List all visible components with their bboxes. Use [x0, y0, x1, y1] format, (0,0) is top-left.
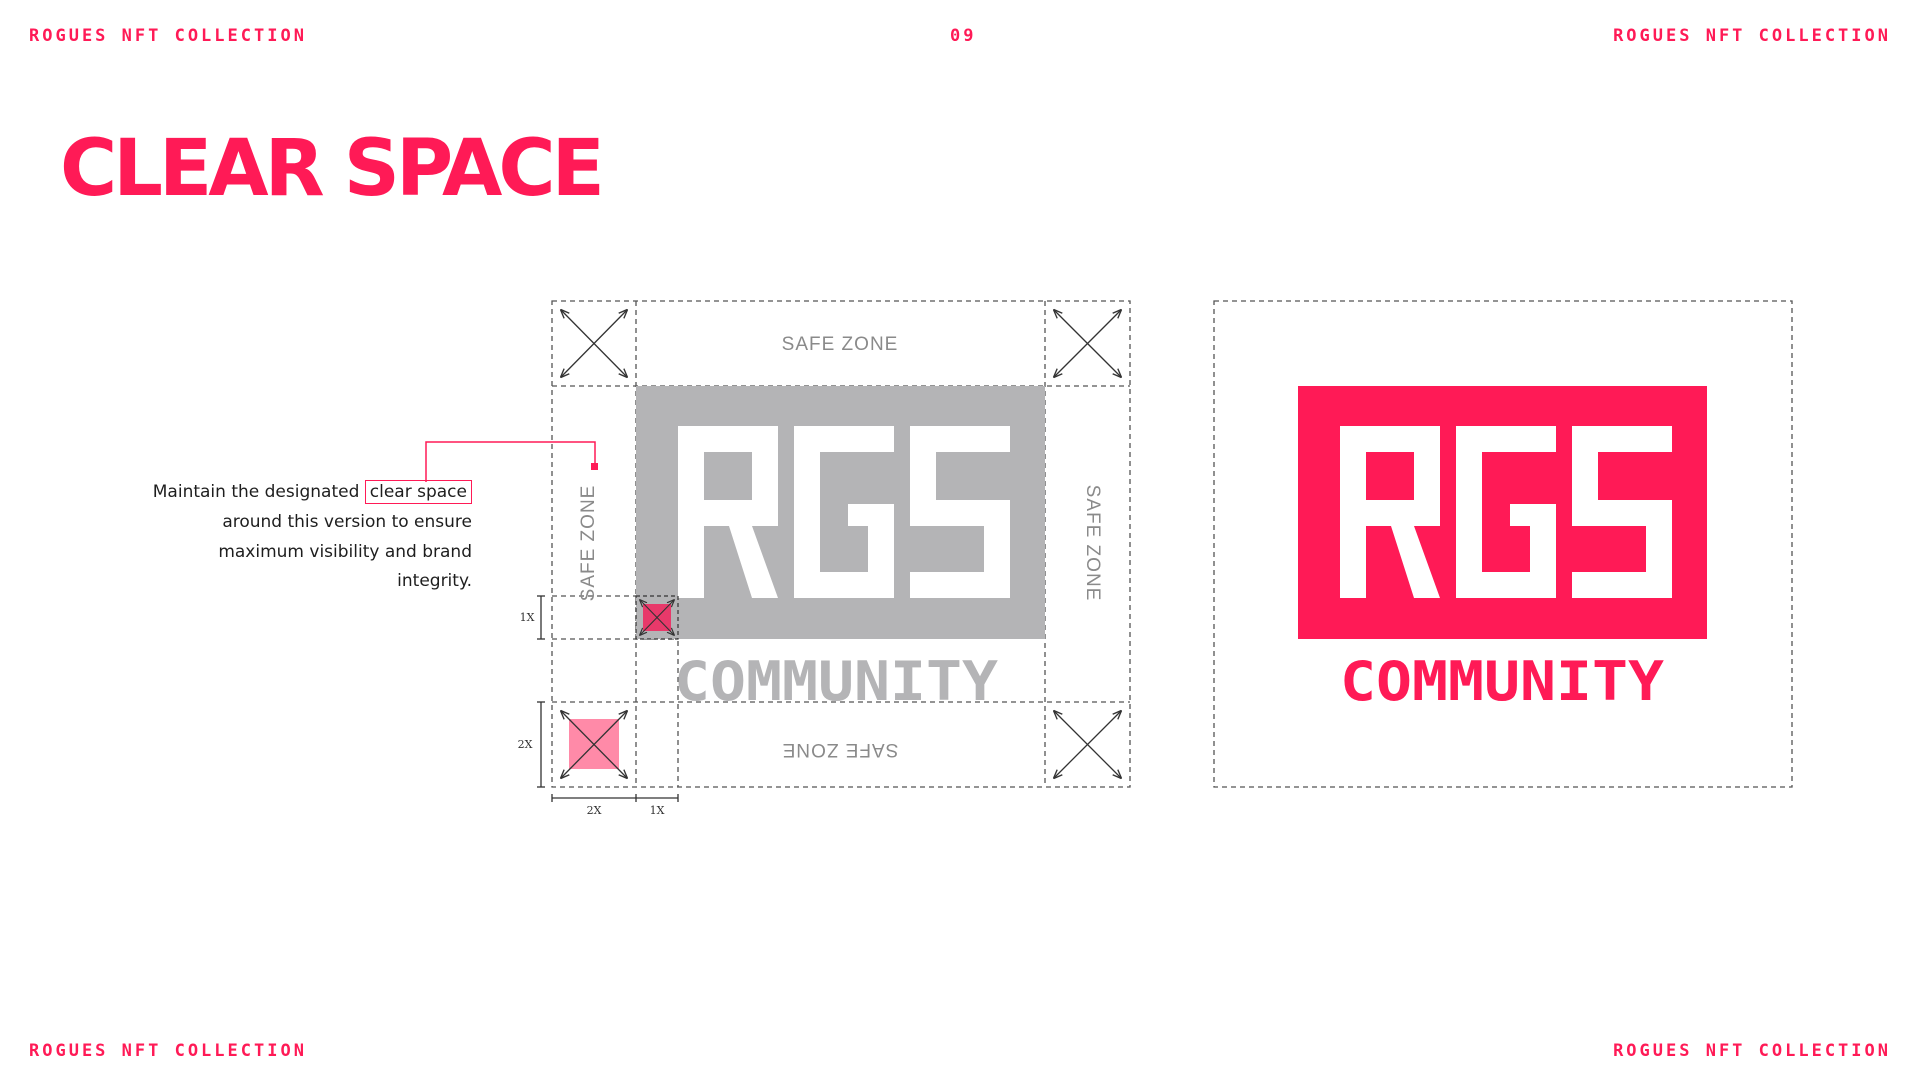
logo-gray-version: COMMUNITY	[636, 386, 1045, 713]
dimension-label-2x-vertical: 2X	[518, 738, 533, 751]
safe-zone-label-top: SAFE ZONE	[782, 334, 899, 355]
clear-space-diagrams: COMMUNITY SAFE ZONE SAFE ZONE SAFE ZONE …	[425, 300, 1793, 817]
safe-zone-label-left: SAFE ZONE	[578, 485, 599, 602]
safe-zone-label-right: SAFE ZONE	[1082, 485, 1103, 602]
corner-expand-icon-bottom-right	[1054, 711, 1121, 778]
logo-word-color: COMMUNITY	[1340, 650, 1665, 713]
dimension-label-1x-vertical: 1X	[520, 611, 535, 624]
logo-color-version: COMMUNITY	[1298, 386, 1707, 713]
corner-expand-icon-top-left	[561, 310, 627, 377]
dimension-label-1x-horizontal: 1X	[650, 804, 665, 817]
callout-connector	[425, 441, 598, 482]
logo-word-gray: COMMUNITY	[674, 650, 999, 713]
safe-zone-label-bottom: SAFE ZONE	[782, 739, 899, 760]
dimension-label-2x-horizontal: 2X	[587, 804, 602, 817]
unit-2x-square	[561, 711, 627, 778]
corner-expand-icon-top-right	[1054, 310, 1121, 377]
